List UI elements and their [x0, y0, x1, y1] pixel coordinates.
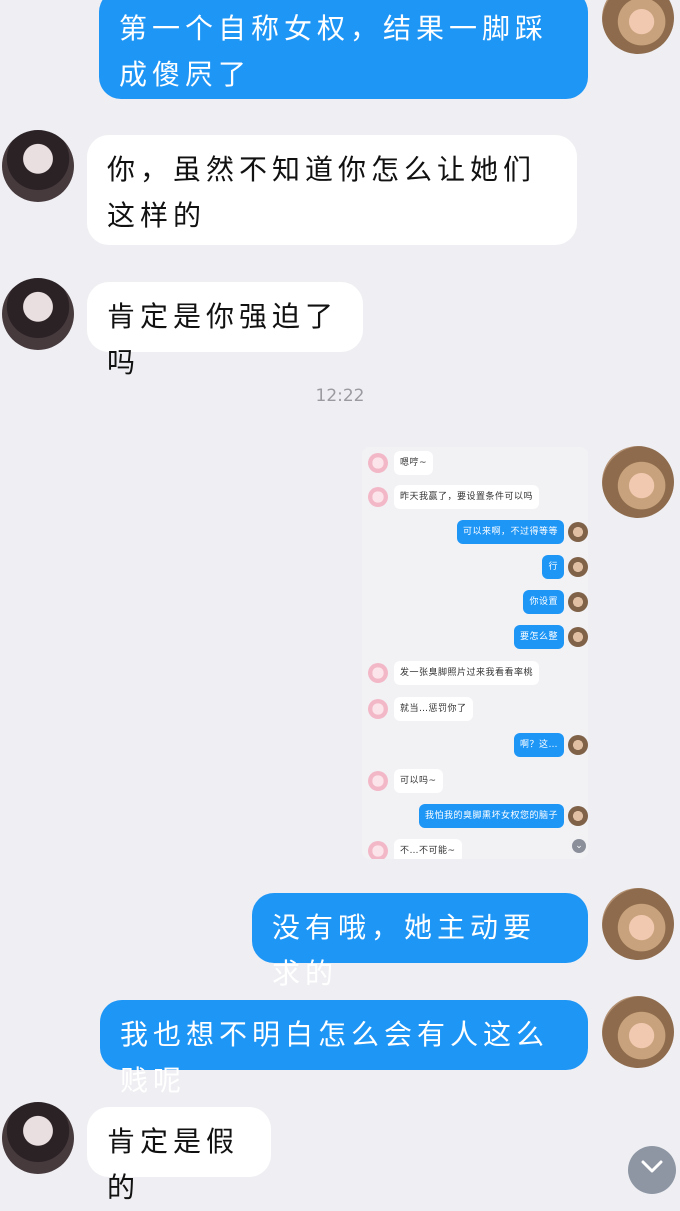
message-bubble-sent[interactable]: 没有哦，她主动要求的 [252, 893, 588, 990]
avatar-contact[interactable] [2, 130, 74, 202]
avatar [368, 663, 388, 683]
list-item: 要怎么整 [362, 623, 588, 653]
avatar [368, 487, 388, 507]
avatar [568, 557, 588, 577]
avatar-self[interactable] [602, 446, 674, 518]
message-bubble-received[interactable]: 你，虽然不知道你怎么让她们这样的 [87, 135, 577, 245]
avatar [368, 699, 388, 719]
mini-bubble: 可以吗~ [394, 769, 443, 793]
list-item: 发一张臭脚照片过来我看看率桃 [362, 659, 588, 689]
message-bubble-received[interactable]: 肯定是假的 [87, 1107, 271, 1204]
list-item: 行 [362, 553, 588, 583]
mini-bubble: 昨天我赢了，要设置条件可以吗 [394, 485, 540, 509]
mini-bubble: 行 [542, 555, 564, 579]
scroll-to-bottom-button[interactable] [628, 1146, 676, 1194]
avatar [568, 735, 588, 755]
message-bubble-sent[interactable]: 我也想不明白怎么会有人这么贱呢 [100, 1000, 588, 1097]
mini-bubble: 发一张臭脚照片过来我看看率桃 [394, 661, 540, 685]
mini-bubble: 我怕我的臭脚熏坏女权您的脑子 [418, 804, 564, 828]
mini-bubble: 啊？这… [513, 733, 564, 757]
avatar [568, 806, 588, 826]
message-bubble-received[interactable]: 肯定是你强迫了吗 [87, 282, 363, 379]
avatar [368, 453, 388, 473]
avatar [368, 841, 388, 859]
avatar [568, 522, 588, 542]
mini-bubble: 可以来啊，不过得等等 [456, 520, 564, 544]
message-timestamp: 12:22 [315, 386, 365, 406]
avatar [568, 592, 588, 612]
list-item: 就当…惩罚你了 [362, 695, 588, 725]
avatar [368, 771, 388, 791]
avatar-contact[interactable] [2, 1102, 74, 1174]
mini-bubble: 不…不可能~ [394, 839, 462, 859]
list-item: 不…不可能~ [362, 837, 588, 859]
avatar [568, 627, 588, 647]
list-item: 我怕我的臭脚熏坏女权您的脑子 [362, 802, 588, 832]
mini-bubble: 你设置 [523, 590, 564, 614]
mini-bubble: 就当…惩罚你了 [394, 697, 473, 721]
avatar-self[interactable] [602, 888, 674, 960]
image-message[interactable]: 嗯哼~ 昨天我赢了，要设置条件可以吗 可以来啊，不过得等等 行 你设置 要怎么整… [362, 447, 588, 859]
list-item: 你设置 [362, 588, 588, 618]
list-item: 可以吗~ [362, 767, 588, 797]
mini-bubble: 要怎么整 [513, 625, 564, 649]
list-item: 啊？这… [362, 731, 588, 761]
chevron-down-icon: ⌄ [572, 839, 586, 853]
list-item: 昨天我赢了，要设置条件可以吗 [362, 483, 588, 513]
chevron-down-icon [641, 1160, 663, 1173]
avatar-contact[interactable] [2, 278, 74, 350]
list-item: 嗯哼~ [362, 449, 588, 479]
mini-bubble: 嗯哼~ [394, 451, 434, 475]
list-item: 可以来啊，不过得等等 [362, 518, 588, 548]
avatar-self[interactable] [602, 996, 674, 1068]
message-bubble-sent[interactable]: 第一个自称女权，结果一脚踩成傻屄了 [99, 0, 588, 99]
avatar-self[interactable] [602, 0, 674, 54]
